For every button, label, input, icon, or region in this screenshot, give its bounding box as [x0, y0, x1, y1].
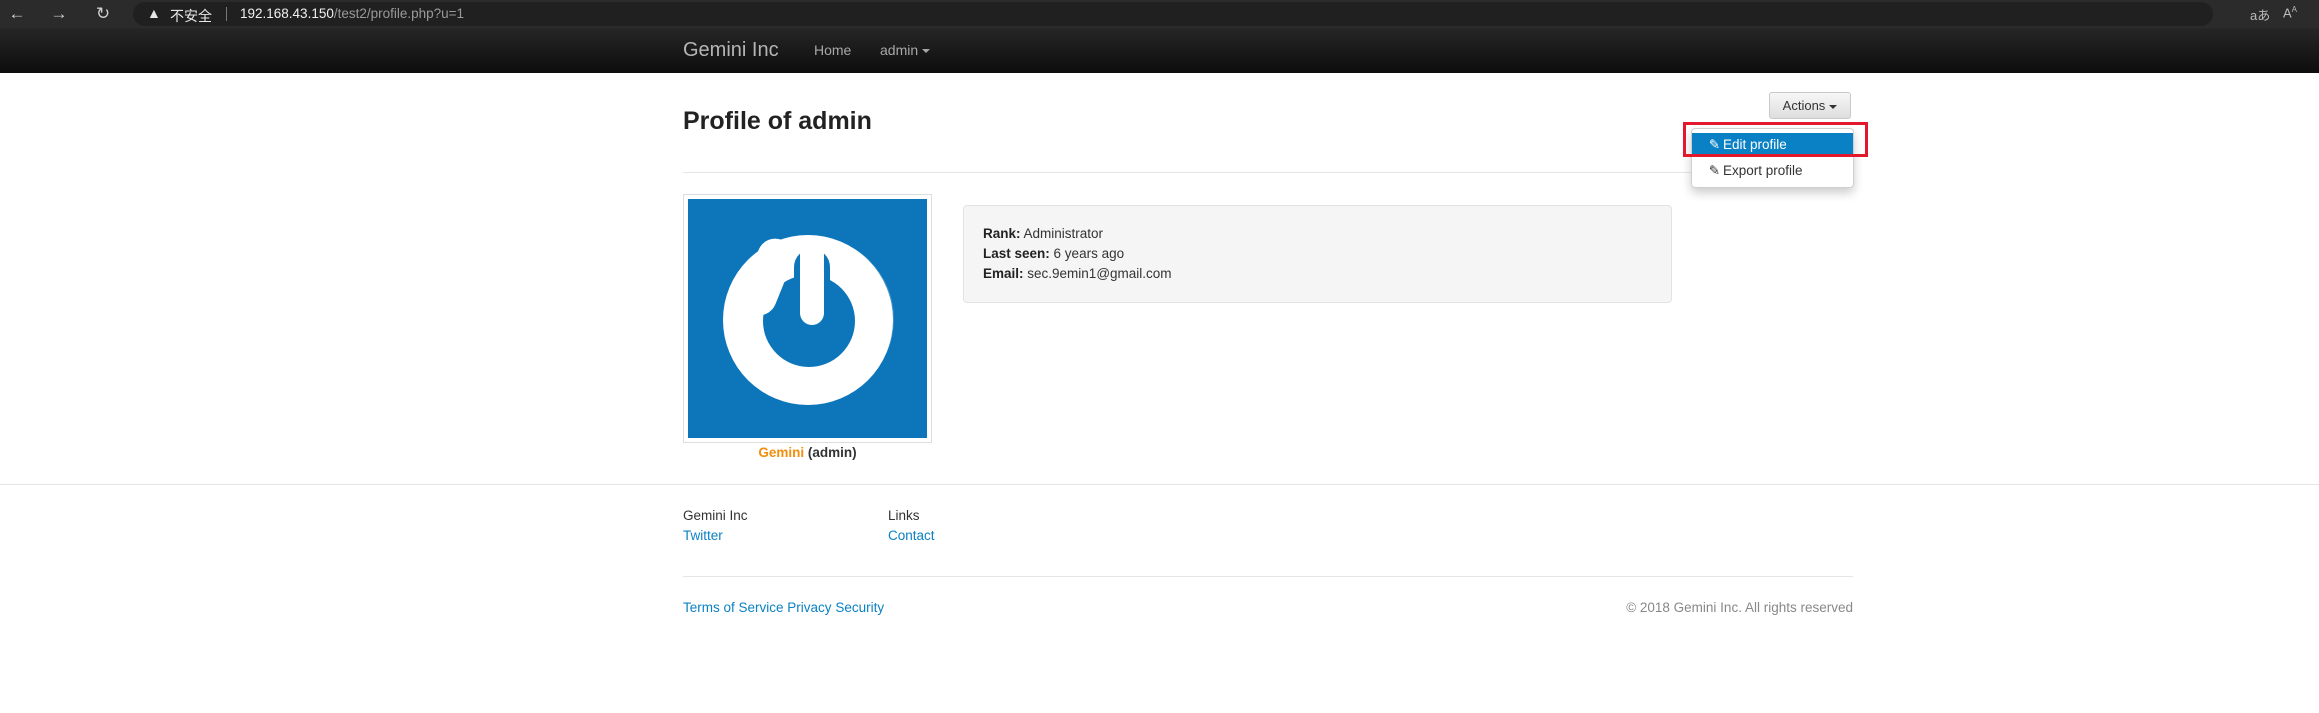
rank-row: Rank: Administrator	[983, 226, 1103, 241]
url-text[interactable]: 192.168.43.150/test2/profile.php?u=1	[240, 6, 464, 21]
last-seen-label: Last seen:	[983, 246, 1050, 261]
brand-logo[interactable]: Gemini Inc	[683, 39, 779, 62]
avatar-role: (admin)	[807, 445, 857, 460]
export-profile-label: Export profile	[1723, 163, 1803, 178]
page-title: Profile of admin	[683, 107, 872, 135]
avatar	[683, 194, 932, 443]
nav-user-dropdown[interactable]: admin	[880, 42, 931, 58]
footer-twitter-link[interactable]: Twitter	[683, 528, 723, 543]
footer-divider	[0, 484, 2319, 485]
export-profile-menu-item[interactable]: ✎ Export profile	[1692, 159, 1853, 182]
actions-button[interactable]: Actions	[1769, 92, 1851, 119]
rank-label: Rank:	[983, 226, 1021, 241]
footer-links-heading: Links	[888, 508, 920, 523]
email-value: sec.9emin1@gmail.com	[1027, 266, 1172, 281]
security-link[interactable]: Security	[835, 600, 884, 615]
nav-user-label: admin	[880, 42, 919, 58]
forward-arrow-icon[interactable]: →	[49, 4, 69, 24]
privacy-link[interactable]: Privacy	[787, 600, 831, 615]
last-seen-row: Last seen: 6 years ago	[983, 246, 1124, 261]
email-label: Email:	[983, 266, 1024, 281]
profile-info-panel: Rank: Administrator Last seen: 6 years a…	[963, 205, 1672, 303]
copyright-text: © 2018 Gemini Inc. All rights reserved	[1626, 600, 1853, 615]
footer-company: Gemini Inc	[683, 508, 748, 523]
warning-icon[interactable]: ▲	[147, 5, 161, 21]
url-path: /test2/profile.php?u=1	[333, 6, 465, 21]
actions-label: Actions	[1782, 98, 1826, 113]
read-aloud-icon[interactable]: aあ	[2250, 5, 2270, 24]
pencil-icon: ✎	[1708, 163, 1720, 178]
title-divider	[683, 172, 1853, 173]
highlight-annotation-box	[1683, 122, 1868, 157]
url-host: 192.168.43.150	[240, 6, 334, 21]
avatar-caption: Gemini (admin)	[683, 445, 932, 460]
email-row: Email: sec.9emin1@gmail.com	[983, 266, 1172, 281]
reload-icon[interactable]: ↻	[93, 4, 113, 24]
top-navbar: Gemini Inc Home admin	[0, 28, 2319, 73]
address-bar[interactable]: ▲ 不安全 192.168.43.150/test2/profile.php?u…	[133, 2, 2213, 26]
address-separator	[226, 7, 227, 21]
caret-down-icon	[1829, 104, 1838, 109]
footer-legal-links: Terms of Service Privacy Security	[683, 600, 884, 615]
rank-value: Administrator	[1023, 226, 1104, 241]
gemini-logo-icon	[688, 199, 927, 438]
browser-toolbar: ← → ↻ ▲ 不安全 192.168.43.150/test2/profile…	[0, 0, 2319, 28]
terms-link[interactable]: Terms of Service	[683, 600, 784, 615]
avatar-name: Gemini	[758, 445, 805, 460]
footer-bottom-divider	[683, 576, 1853, 577]
nav-home-link[interactable]: Home	[814, 42, 851, 58]
text-size-icon[interactable]: AA	[2283, 5, 2297, 20]
footer-contact-link[interactable]: Contact	[888, 528, 935, 543]
back-arrow-icon[interactable]: ←	[7, 4, 27, 24]
last-seen-value: 6 years ago	[1053, 246, 1125, 261]
insecure-label[interactable]: 不安全	[170, 6, 212, 26]
caret-down-icon	[922, 49, 931, 54]
